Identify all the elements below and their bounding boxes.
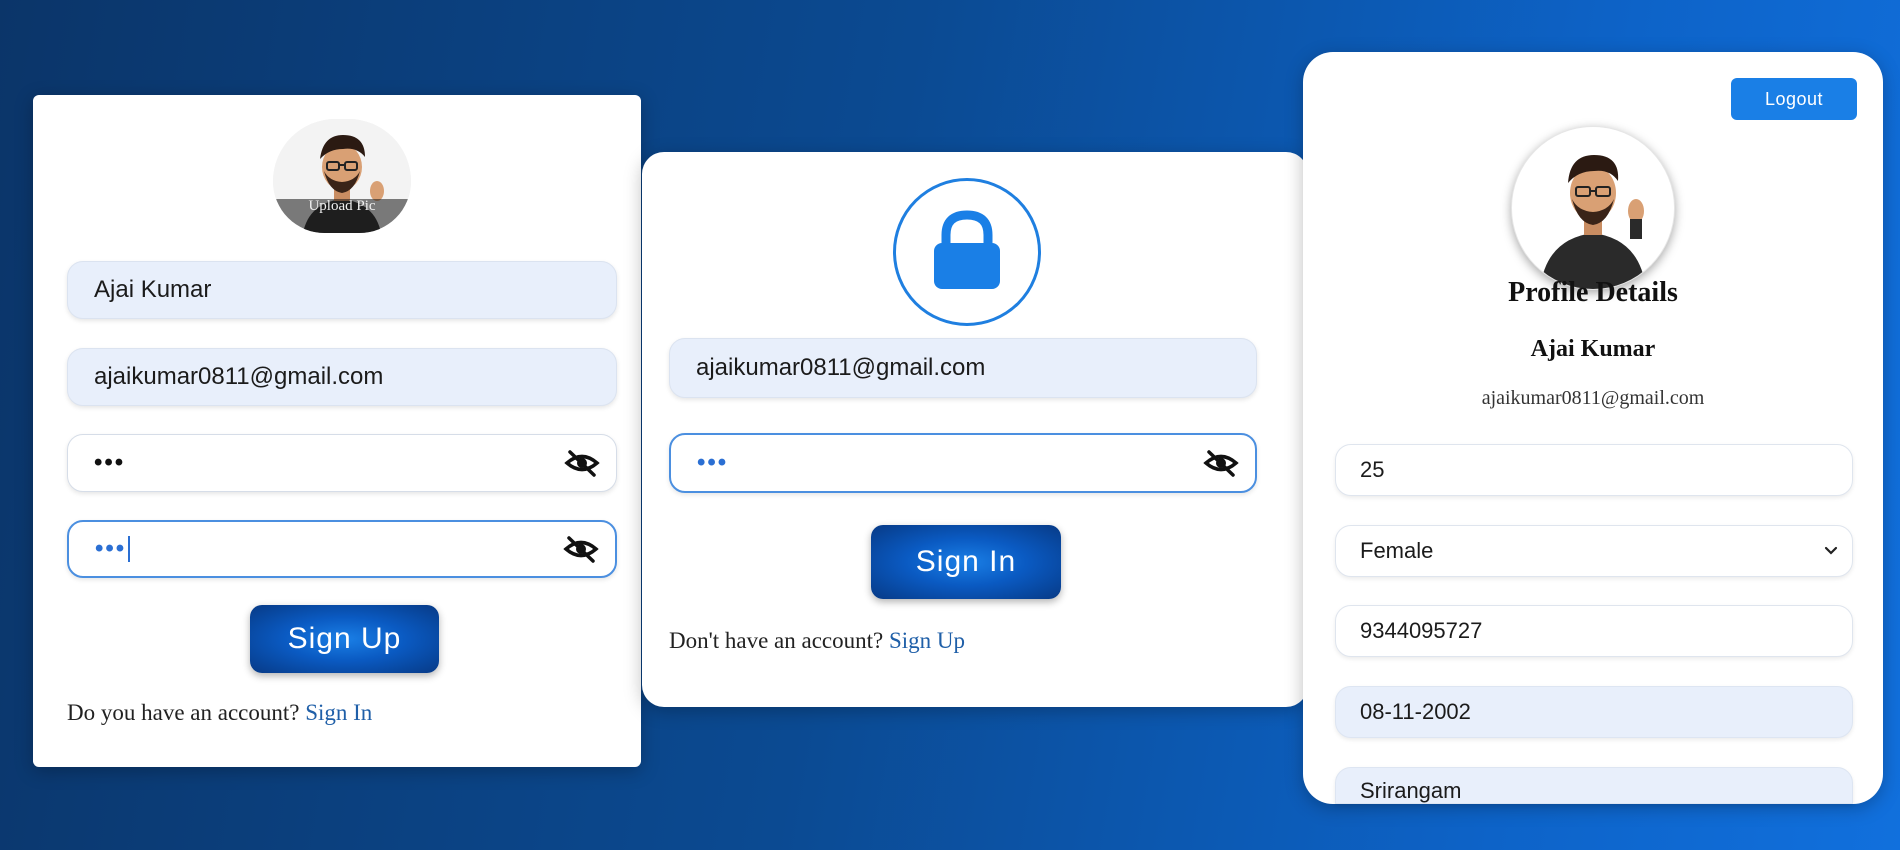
password-value: ••• (94, 449, 126, 476)
eye-slash-icon[interactable] (564, 448, 600, 478)
email-field[interactable]: ajaikumar0811@gmail.com (669, 338, 1257, 398)
signin-prompt-text: Do you have an account? (67, 700, 300, 725)
profile-card: Logout Profile Details Ajai Kumar ajaiku… (1303, 52, 1883, 804)
sign-in-link[interactable]: Sign In (305, 700, 372, 725)
phone-field[interactable]: 9344095727 (1335, 605, 1853, 657)
email-field[interactable]: ajaikumar0811@gmail.com (67, 348, 617, 406)
logout-button[interactable]: Logout (1731, 78, 1857, 120)
signup-card: Upload Pic Ajai Kumar ajaikumar0811@gmai… (33, 95, 641, 767)
phone-value: 9344095727 (1360, 618, 1483, 643)
name-value: Ajai Kumar (94, 276, 212, 303)
age-field[interactable]: 25 (1335, 444, 1853, 496)
profile-email: ajaikumar0811@gmail.com (1481, 387, 1705, 409)
signup-prompt-text: Don't have an account? (669, 628, 884, 653)
sign-up-link[interactable]: Sign Up (889, 628, 965, 653)
gender-value: Female (1360, 538, 1434, 563)
upload-avatar-button[interactable]: Upload Pic (273, 119, 411, 233)
email-value: ajaikumar0811@gmail.com (696, 354, 986, 381)
dob-value: 08-11-2002 (1360, 699, 1471, 724)
city-field[interactable]: Srirangam (1335, 767, 1853, 804)
password-field[interactable]: ••• (67, 434, 617, 492)
text-caret (128, 536, 131, 562)
eye-slash-icon[interactable] (563, 534, 599, 564)
signup-prompt: Don't have an account? Sign Up (669, 628, 965, 654)
email-value: ajaikumar0811@gmail.com (94, 363, 384, 390)
avatar-image (1512, 127, 1674, 289)
upload-pic-label: Upload Pic (308, 198, 376, 214)
confirm-password-field[interactable]: ••• (67, 520, 617, 578)
password-field[interactable]: ••• (669, 433, 1257, 493)
gender-select[interactable]: Female (1335, 525, 1853, 577)
city-value: Srirangam (1360, 778, 1462, 803)
signin-prompt: Do you have an account? Sign In (67, 700, 372, 726)
confirm-password-value: ••• (95, 535, 127, 562)
chevron-down-icon (1824, 546, 1838, 555)
sign-up-button[interactable]: Sign Up (250, 605, 439, 673)
profile-title: Profile Details (1508, 277, 1678, 308)
lock-icon (934, 210, 1000, 289)
age-value: 25 (1360, 457, 1385, 482)
sign-in-button[interactable]: Sign In (871, 525, 1061, 599)
password-value: ••• (697, 449, 729, 476)
profile-name: Ajai Kumar (1530, 336, 1656, 362)
dob-field[interactable]: 08-11-2002 (1335, 686, 1853, 738)
signin-card: ajaikumar0811@gmail.com ••• Sign In Don'… (642, 152, 1308, 707)
avatar-image (273, 119, 411, 233)
name-field[interactable]: Ajai Kumar (67, 261, 617, 319)
profile-avatar (1511, 126, 1675, 290)
lock-badge (893, 178, 1041, 326)
eye-slash-icon[interactable] (1203, 448, 1239, 478)
